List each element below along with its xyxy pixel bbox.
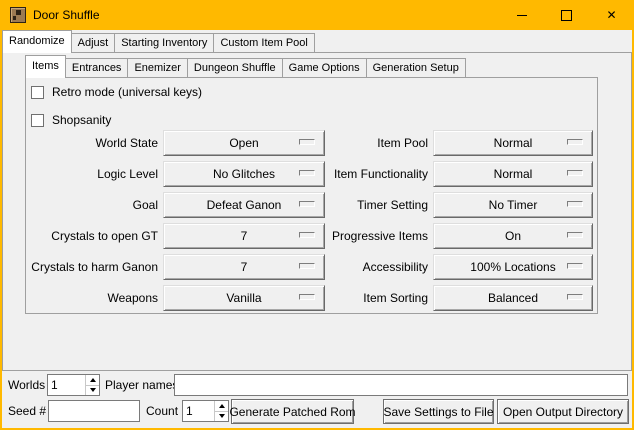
count-spinner[interactable]: 1 <box>182 400 229 422</box>
item-pool-dropdown[interactable]: Normal <box>433 130 593 156</box>
retro-mode-label: Retro mode (universal keys) <box>52 86 202 99</box>
titlebar: Door Shuffle ✕ <box>0 0 634 30</box>
item-pool-label: Item Pool <box>270 130 428 156</box>
dropdown-indicator-icon <box>567 263 583 269</box>
count-spinner-arrows <box>214 401 228 421</box>
shopsanity-label: Shopsanity <box>52 114 111 127</box>
weapons-value: Vanilla <box>226 291 261 305</box>
tab-enemizer[interactable]: Enemizer <box>127 58 187 77</box>
crystals-gt-label: Crystals to open GT <box>25 223 158 249</box>
close-button[interactable]: ✕ <box>589 0 634 30</box>
tab-entrances[interactable]: Entrances <box>65 58 129 77</box>
minimize-button[interactable] <box>499 0 544 30</box>
dropdown-indicator-icon <box>567 139 583 145</box>
worlds-spinner-arrows <box>85 375 99 395</box>
progressive-items-label: Progressive Items <box>270 223 428 249</box>
dropdown-indicator-icon <box>567 232 583 238</box>
shopsanity-checkbox[interactable] <box>31 114 44 127</box>
tab-randomize[interactable]: Randomize <box>2 30 72 53</box>
count-label: Count <box>146 400 178 422</box>
count-spin-up-button[interactable] <box>215 401 228 412</box>
main-tabbar: Randomize Adjust Starting Inventory Cust… <box>2 30 315 53</box>
progressive-items-dropdown[interactable]: On <box>433 223 593 249</box>
tab-items[interactable]: Items <box>25 55 66 78</box>
item-sorting-value: Balanced <box>488 291 538 305</box>
tab-dungeon-shuffle[interactable]: Dungeon Shuffle <box>187 58 283 77</box>
app-icon <box>10 7 26 23</box>
crystals-ganon-label: Crystals to harm Ganon <box>25 254 158 280</box>
item-sorting-dropdown[interactable]: Balanced <box>433 285 593 311</box>
tab-game-options[interactable]: Game Options <box>282 58 367 77</box>
world-state-value: Open <box>229 136 258 150</box>
player-names-input[interactable] <box>174 374 628 396</box>
item-functionality-label: Item Functionality <box>270 161 428 187</box>
weapons-label: Weapons <box>25 285 158 311</box>
worlds-value: 1 <box>48 375 85 395</box>
maximize-icon <box>561 10 572 21</box>
progressive-items-value: On <box>505 229 521 243</box>
tab-generation-setup[interactable]: Generation Setup <box>366 58 466 77</box>
close-icon: ✕ <box>606 9 616 21</box>
app-window: Door Shuffle ✕ Randomize Adjust Starting… <box>0 0 634 430</box>
timer-setting-dropdown[interactable]: No Timer <box>433 192 593 218</box>
world-state-label: World State <box>25 130 158 156</box>
worlds-spinner[interactable]: 1 <box>47 374 100 396</box>
player-names-label: Player names <box>105 374 178 396</box>
count-spin-down-button[interactable] <box>215 412 228 422</box>
goal-label: Goal <box>25 192 158 218</box>
dropdown-indicator-icon <box>567 170 583 176</box>
worlds-spin-up-button[interactable] <box>86 375 99 386</box>
down-arrow-icon <box>90 388 96 392</box>
tab-custom-item-pool[interactable]: Custom Item Pool <box>213 33 314 52</box>
window-title: Door Shuffle <box>33 8 100 22</box>
dropdown-indicator-icon <box>567 294 583 300</box>
crystals-gt-value: 7 <box>241 229 248 243</box>
seed-label: Seed # <box>8 400 46 422</box>
accessibility-dropdown[interactable]: 100% Locations <box>433 254 593 280</box>
dropdown-indicator-icon <box>567 201 583 207</box>
window-controls: ✕ <box>499 0 634 30</box>
generate-patched-rom-button[interactable]: Generate Patched Rom <box>231 399 354 424</box>
up-arrow-icon <box>219 404 225 408</box>
retro-mode-checkbox[interactable] <box>31 86 44 99</box>
worlds-label: Worlds <box>8 374 45 396</box>
maximize-button[interactable] <box>544 0 589 30</box>
logic-level-label: Logic Level <box>25 161 158 187</box>
tab-starting-inventory[interactable]: Starting Inventory <box>114 33 214 52</box>
down-arrow-icon <box>219 414 225 418</box>
item-pool-value: Normal <box>494 136 533 150</box>
seed-input[interactable] <box>48 400 140 422</box>
crystals-ganon-value: 7 <box>241 260 248 274</box>
logic-level-value: No Glitches <box>213 167 275 181</box>
save-settings-button[interactable]: Save Settings to File <box>383 399 494 424</box>
sub-tabbar: Items Entrances Enemizer Dungeon Shuffle… <box>25 55 466 78</box>
minimize-icon <box>517 15 527 16</box>
item-sorting-label: Item Sorting <box>270 285 428 311</box>
worlds-spin-down-button[interactable] <box>86 386 99 396</box>
accessibility-label: Accessibility <box>270 254 428 280</box>
open-output-directory-button[interactable]: Open Output Directory <box>497 399 629 424</box>
timer-setting-value: No Timer <box>489 198 538 212</box>
item-functionality-dropdown[interactable]: Normal <box>433 161 593 187</box>
tab-adjust[interactable]: Adjust <box>71 33 116 52</box>
accessibility-value: 100% Locations <box>470 260 555 274</box>
item-functionality-value: Normal <box>494 167 533 181</box>
up-arrow-icon <box>90 378 96 382</box>
window-border-left <box>0 0 2 430</box>
timer-setting-label: Timer Setting <box>270 192 428 218</box>
count-value: 1 <box>183 401 214 421</box>
